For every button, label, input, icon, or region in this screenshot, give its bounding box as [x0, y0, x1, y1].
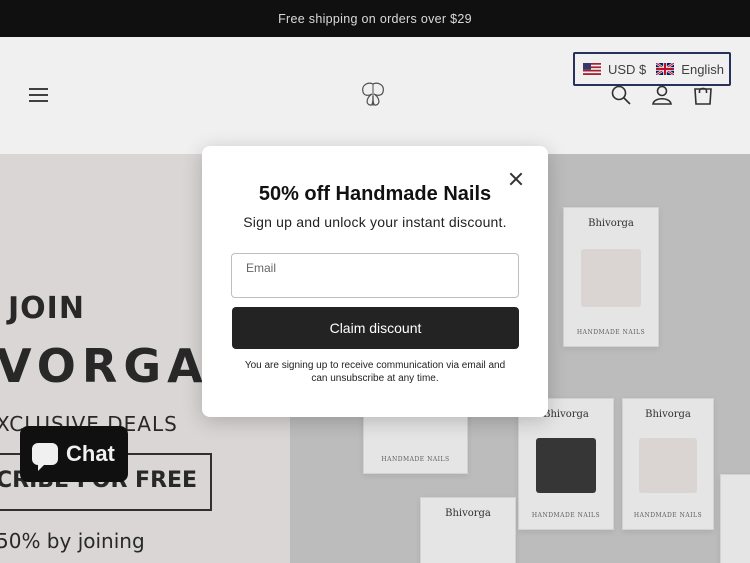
popup-title: 50% off Handmade Nails [258, 183, 492, 205]
email-input[interactable] [245, 275, 505, 295]
email-field[interactable]: Email [231, 253, 519, 298]
email-label: Email [246, 261, 277, 275]
popup-legal-text: You are signing up to receive communicat… [244, 360, 506, 384]
discount-popup: 50% off Handmade Nails Sign up and unloc… [202, 146, 548, 417]
claim-discount-button[interactable]: Claim discount [232, 307, 519, 349]
popup-subtitle: Sign up and unlock your instant discount… [243, 214, 507, 230]
